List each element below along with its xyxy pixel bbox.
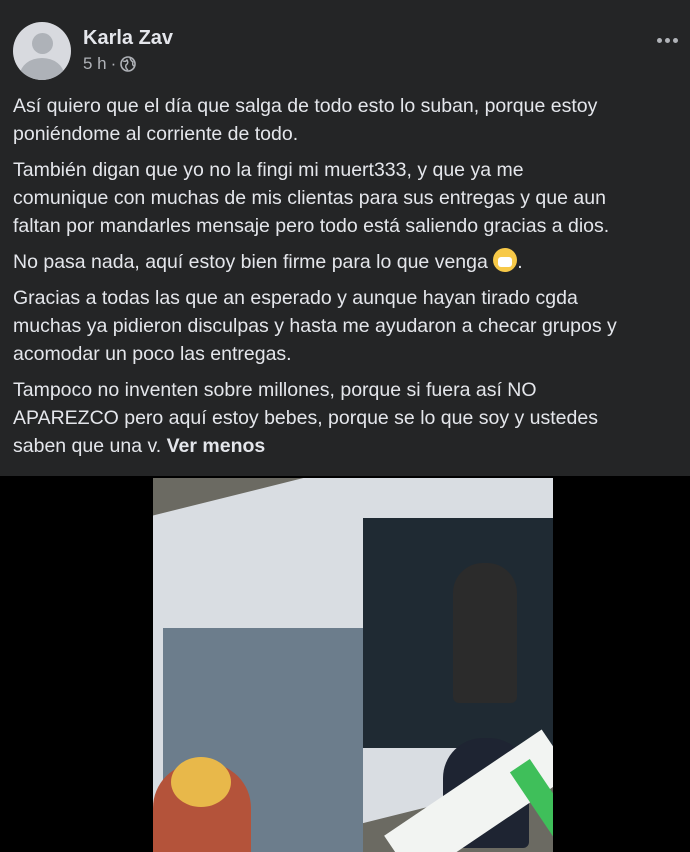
avatar-head-shape [32,33,53,54]
facebook-post: Karla Zav 5 h · Así quiero que el día qu… [0,0,690,852]
text-line: APAREZCO pero aquí estoy bebes, porque s… [13,407,598,429]
text-line: Gracias a todas las que an esperado y au… [13,287,578,309]
paragraph-5: Tampoco no inventen sobre millones, porq… [13,376,690,460]
text-line: comunique con muchas de mis clientas par… [13,187,606,209]
text-line: saben que una v. [13,435,162,457]
reporter-figure [453,563,517,703]
post-time[interactable]: 5 h [83,54,107,74]
post-card: Karla Zav 5 h · Así quiero que el día qu… [0,0,690,476]
text-line: acomodar un poco las entregas. [13,343,292,365]
see-less-link[interactable]: Ver menos [167,435,266,457]
fearful-face-emoji-icon [493,248,518,272]
text-line: No pasa nada, aquí estoy bien firme para… [13,251,488,273]
text-line: Así quiero que el día que salga de todo … [13,95,598,117]
text-line: faltan por mandarles mensaje pero todo e… [13,215,610,237]
text-line: poniéndome al corriente de todo. [13,123,299,145]
paragraph-1: Así quiero que el día que salga de todo … [13,92,690,148]
paragraph-4: Gracias a todas las que an esperado y au… [13,284,690,368]
meta-separator: · [110,54,117,73]
paragraph-3: No pasa nada, aquí estoy bien firme para… [13,248,690,276]
post-video[interactable] [153,478,553,852]
text-line: También digan que yo no la fingi mi muer… [13,159,524,181]
avatar-body-shape [20,58,64,80]
globe-icon [120,56,137,72]
more-options-icon[interactable] [657,38,678,43]
text-line: muchas ya pidieron disculpas y hasta me … [13,315,617,337]
text-line: Tampoco no inventen sobre millones, porq… [13,379,537,401]
avatar[interactable] [13,22,71,80]
paragraph-2: También digan que yo no la fingi mi muer… [13,156,690,240]
post-meta: 5 h · [83,54,137,74]
presenter-figure [153,757,251,852]
post-text: Así quiero que el día que salga de todo … [13,92,690,468]
author-name[interactable]: Karla Zav [83,27,173,50]
